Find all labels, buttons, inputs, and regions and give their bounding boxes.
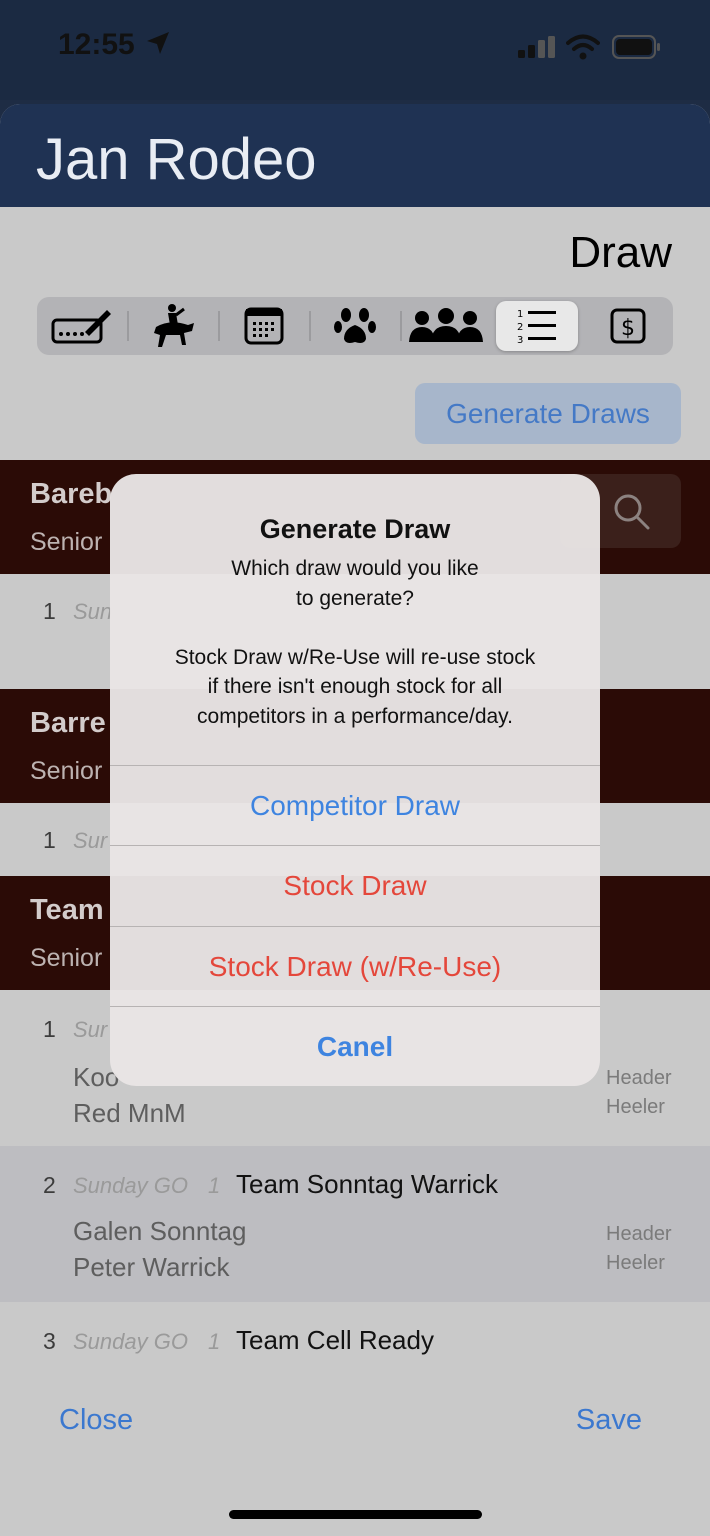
alert-title: Generate Draw	[259, 514, 451, 544]
people-icon	[409, 308, 483, 342]
wifi-icon	[566, 34, 600, 60]
segment-entry[interactable]	[41, 301, 123, 351]
segment-animals[interactable]	[314, 301, 396, 351]
team-name: Team Sonntag Warrick	[236, 1169, 499, 1199]
segment-people[interactable]	[405, 301, 487, 351]
section-segmented-control: 1 2 3 $	[37, 297, 673, 355]
numbered-list-icon: 1 2 3	[517, 309, 556, 346]
status-bar: 12:55	[0, 0, 710, 100]
event-division: Senior	[30, 757, 103, 785]
svg-text:1: 1	[517, 309, 523, 320]
dollar-icon: $	[610, 308, 646, 344]
stock-draw-button[interactable]: Stock Draw	[110, 845, 600, 925]
event-title: Bareb	[30, 478, 113, 510]
status-time: 12:55	[58, 28, 135, 61]
event-division: Senior	[30, 944, 103, 972]
cellular-signal-icon	[518, 36, 555, 58]
alert-message: Which draw would you like to generate? S…	[174, 557, 536, 728]
draw-row[interactable]: 2 Sunday GO 1 Team Sonntag Warrick Galen…	[0, 1146, 710, 1302]
segment-calendar[interactable]	[223, 301, 305, 351]
event-title: Barre	[30, 707, 106, 739]
draw-row[interactable]: 3 Sunday GO 1 Team Cell Ready	[0, 1302, 710, 1382]
close-button[interactable]: Close	[59, 1404, 133, 1437]
team-name: Team Cell Ready	[236, 1325, 434, 1355]
segment-bronc[interactable]	[132, 301, 214, 351]
segment-draw-list[interactable]: 1 2 3	[496, 301, 578, 351]
rodeo-title: Jan Rodeo	[36, 127, 317, 192]
cancel-button[interactable]: Canel	[110, 1006, 600, 1086]
battery-icon	[612, 35, 660, 59]
sheet-header: Jan Rodeo	[0, 104, 710, 207]
svg-text:3: 3	[517, 335, 523, 346]
generate-draw-alert: Generate Draw Which draw would you like …	[110, 474, 600, 1086]
pen-entry-icon	[51, 310, 111, 344]
event-title: Team	[30, 894, 104, 926]
segment-payments[interactable]: $	[587, 301, 669, 351]
page-title: Draw	[569, 228, 672, 277]
search-icon	[614, 494, 650, 530]
paw-icon	[334, 308, 376, 343]
calendar-icon	[244, 307, 284, 345]
svg-text:2: 2	[517, 322, 523, 333]
save-button[interactable]: Save	[576, 1404, 642, 1437]
svg-text:$: $	[621, 316, 635, 341]
location-arrow-icon	[147, 32, 169, 54]
stock-draw-reuse-button[interactable]: Stock Draw (w/Re-Use)	[110, 926, 600, 1006]
bronc-rider-icon	[154, 304, 194, 347]
generate-draws-button[interactable]: Generate Draws	[415, 383, 681, 444]
competitor-draw-button[interactable]: Competitor Draw	[110, 765, 600, 845]
event-division: Senior	[30, 528, 103, 556]
home-indicator[interactable]	[229, 1510, 482, 1519]
